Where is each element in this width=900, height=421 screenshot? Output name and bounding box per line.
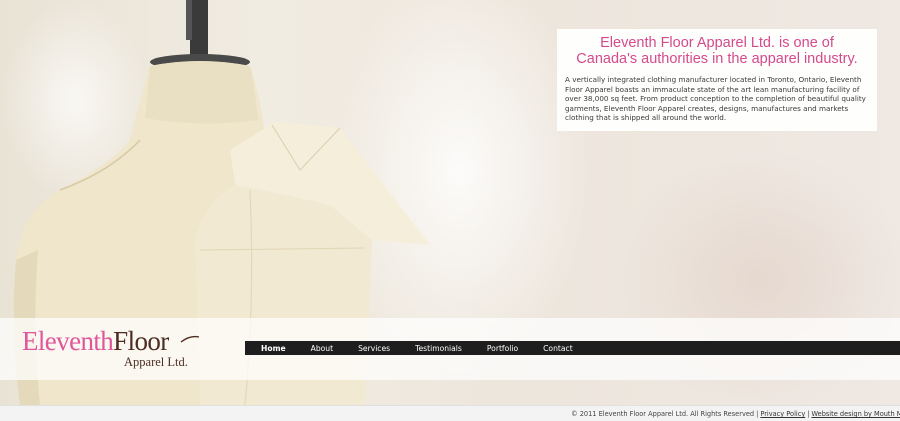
intro-heading-line2: Canada's authorities in the apparel indu…: [576, 51, 858, 67]
footer-copyright: © 2011 Eleventh Floor Apparel Ltd. All R…: [571, 410, 755, 418]
logo-swoosh-icon: [180, 335, 200, 343]
intro-panel: Eleventh Floor Apparel Ltd. is one of Ca…: [557, 29, 877, 131]
nav-home[interactable]: Home: [261, 344, 286, 353]
intro-heading-line1-rest: is one of: [775, 35, 834, 51]
intro-heading: Eleventh Floor Apparel Ltd. is one of Ca…: [565, 35, 869, 67]
logo-subtitle: Apparel Ltd.: [124, 355, 188, 369]
logo-floor: Floor: [113, 326, 169, 356]
nav-contact[interactable]: Contact: [543, 344, 573, 353]
nav-services[interactable]: Services: [358, 344, 390, 353]
logo-eleventh: Eleventh: [22, 326, 114, 356]
main-nav: Home About Services Testimonials Portfol…: [245, 341, 900, 355]
footer-credit-link[interactable]: Website design by Mouth Media Inc: [812, 410, 900, 418]
logo-wordmark: EleventhFloor: [22, 326, 169, 356]
intro-brand-name: Eleventh Floor Apparel Ltd.: [600, 35, 776, 51]
nav-about[interactable]: About: [311, 344, 333, 353]
nav-portfolio[interactable]: Portfolio: [487, 344, 518, 353]
nav-testimonials[interactable]: Testimonials: [415, 344, 462, 353]
site-logo[interactable]: EleventhFloor Apparel Ltd.: [22, 326, 212, 376]
footer-privacy-link[interactable]: Privacy Policy: [760, 410, 805, 418]
intro-body-text: A vertically integrated clothing manufac…: [565, 75, 866, 123]
site-footer: © 2011 Eleventh Floor Apparel Ltd. All R…: [0, 405, 900, 421]
